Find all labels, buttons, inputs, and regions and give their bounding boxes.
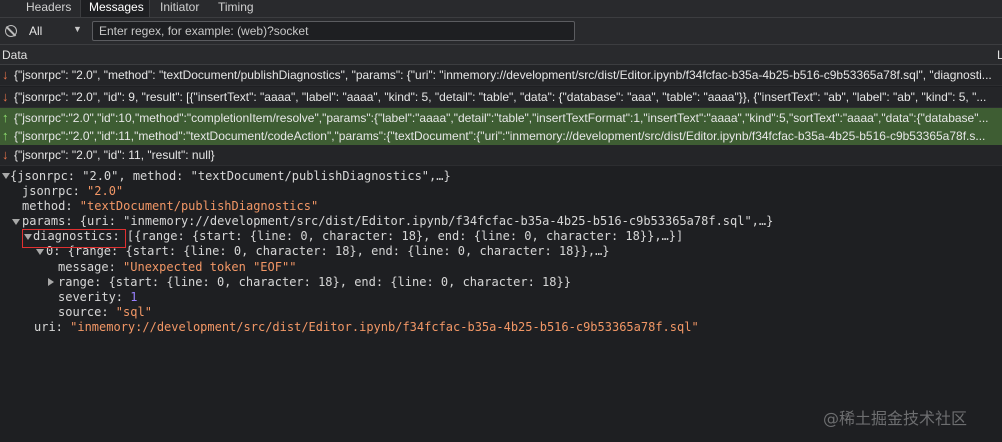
tree-uri: uri: "inmemory://development/src/dist/Ed…	[34, 320, 699, 334]
arrow-down-icon: ↓	[2, 67, 9, 82]
message-row[interactable]: ↓ {"jsonrpc": "2.0", "id": 11, "result":…	[0, 145, 1002, 166]
tree-params[interactable]: params: {uri: "inmemory://development/sr…	[22, 214, 773, 228]
method-value: "textDocument/publishDiagnostics"	[79, 199, 319, 213]
filter-input[interactable]	[92, 21, 575, 41]
tree-diagnostic-item[interactable]: 0: {range: {start: {line: 0, character: …	[46, 244, 610, 258]
tree-source: source: "sql"	[58, 305, 152, 319]
tab-bar: Headers Messages Initiator Timing	[0, 0, 1002, 18]
message-text: {"jsonrpc":"2.0","id":10,"method":"compl…	[14, 111, 989, 125]
uri-key: uri:	[34, 320, 71, 334]
tree-severity: severity: 1	[58, 290, 137, 304]
source-key: source:	[58, 305, 116, 319]
tab-timing[interactable]: Timing	[218, 0, 268, 17]
arrow-up-icon: ↑	[2, 110, 9, 125]
expand-triangle-icon[interactable]	[2, 173, 10, 179]
message-row[interactable]: ↑ {"jsonrpc":"2.0","id":11,"method":"tex…	[0, 126, 1002, 147]
message-row[interactable]: ↓ {"jsonrpc": "2.0", "id": 9, "result": …	[0, 87, 1002, 108]
message-text: {"jsonrpc":"2.0","id":11,"method":"textD…	[14, 129, 986, 143]
highlight-box	[22, 229, 126, 248]
method-key: method:	[22, 199, 80, 213]
diagnostics-value: [{range: {start: {line: 0, character: 18…	[119, 229, 684, 243]
tree-message: message: "Unexpected token "EOF""	[58, 260, 296, 274]
message-type-select[interactable]: All	[29, 24, 42, 38]
severity-value: 1	[130, 290, 138, 304]
tree-diagnostics[interactable]: diagnostics: [{range: {start: {line: 0, …	[33, 229, 683, 243]
uri-value: "inmemory://development/src/dist/Editor.…	[70, 320, 699, 334]
arrow-down-icon: ↓	[2, 89, 9, 104]
tree-method: method: "textDocument/publishDiagnostics…	[22, 199, 318, 213]
tab-messages[interactable]: Messages	[80, 0, 150, 17]
message-text: {"jsonrpc": "2.0", "id": 9, "result": [{…	[14, 90, 987, 104]
message-text: {"jsonrpc": "2.0", "method": "textDocume…	[14, 68, 992, 82]
message-row[interactable]: ↓ {"jsonrpc": "2.0", "method": "textDocu…	[0, 65, 1002, 86]
tree-range[interactable]: range: {start: {line: 0, character: 18},…	[58, 275, 571, 289]
message-detail-tree: {jsonrpc: "2.0", method: "textDocument/p…	[0, 166, 1002, 442]
message-text: {"jsonrpc": "2.0", "id": 11, "result": n…	[14, 148, 215, 162]
clear-messages-icon[interactable]	[5, 25, 17, 37]
collapsed-triangle-icon[interactable]	[48, 278, 54, 286]
arrow-down-icon: ↓	[2, 147, 9, 162]
expand-triangle-icon[interactable]	[36, 249, 44, 255]
tree-root[interactable]: {jsonrpc: "2.0", method: "textDocument/p…	[10, 169, 451, 183]
chevron-down-icon[interactable]: ▼	[73, 24, 82, 34]
tab-headers[interactable]: Headers	[26, 0, 76, 17]
jsonrpc-key: jsonrpc:	[22, 184, 88, 198]
tab-initiator[interactable]: Initiator	[160, 0, 210, 17]
jsonrpc-value: "2.0"	[87, 184, 124, 198]
data-column-label: Data	[2, 48, 28, 62]
message-key: message:	[58, 260, 124, 274]
column-header: Data L	[0, 45, 1002, 65]
expand-triangle-icon[interactable]	[12, 219, 20, 225]
arrow-up-icon: ↑	[2, 128, 9, 143]
source-value: "sql"	[115, 305, 152, 319]
watermark: @稀土掘金技术社区	[823, 409, 968, 428]
tree-jsonrpc: jsonrpc: "2.0"	[22, 184, 123, 198]
length-column-label: L	[997, 48, 1002, 62]
message-value: "Unexpected token "EOF""	[123, 260, 297, 274]
severity-key: severity:	[58, 290, 131, 304]
